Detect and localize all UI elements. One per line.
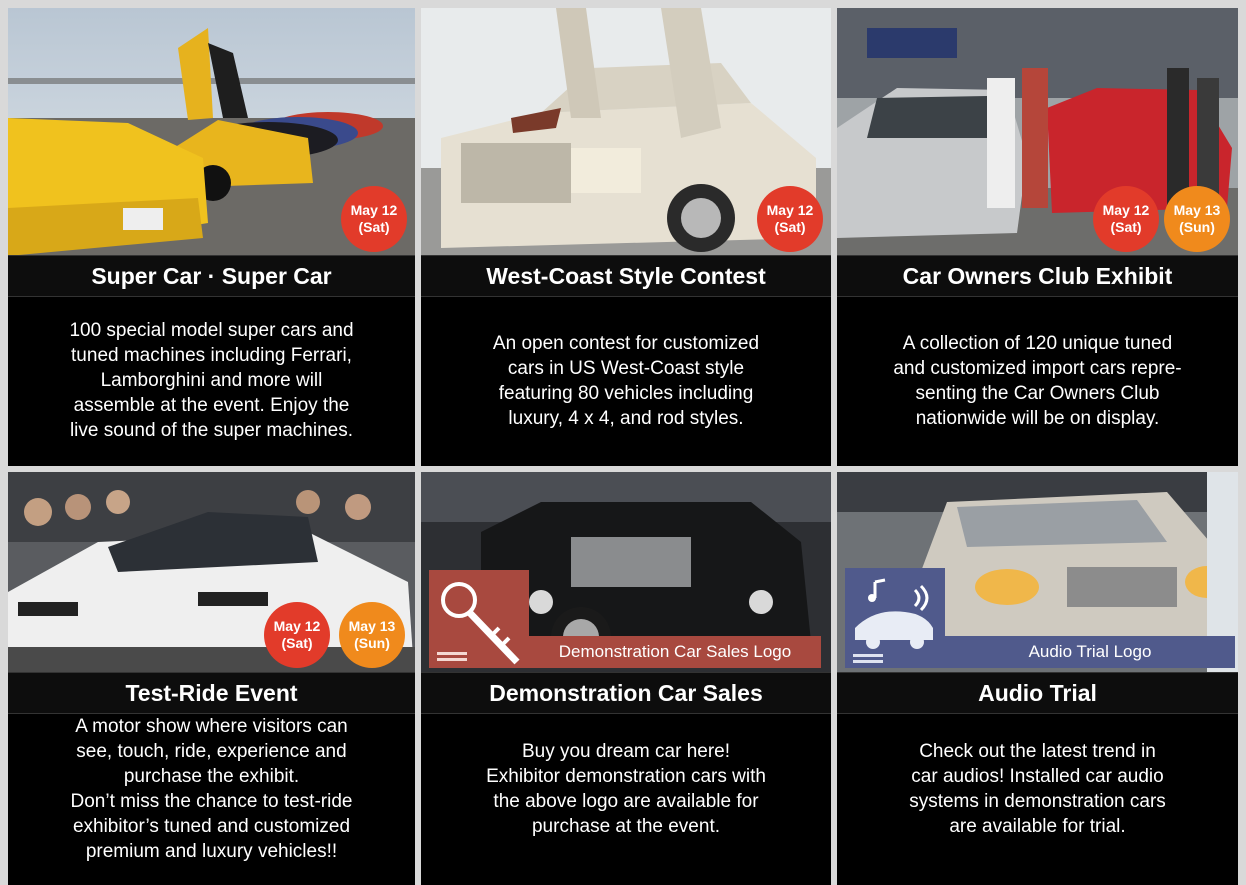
card-description: Buy you dream car here! Exhibitor demons…: [486, 741, 766, 837]
badge-sat: May 12 (Sat): [757, 186, 823, 252]
badge-sat: May 12 (Sat): [341, 186, 407, 252]
card-title: Demonstration Car Sales: [421, 672, 831, 714]
card-test-ride[interactable]: May 12 (Sat) May 13 (Sun) Test-Ride Even…: [8, 472, 415, 885]
card-title: Test-Ride Event: [8, 672, 415, 714]
badge-sun: May 13 (Sun): [1164, 186, 1230, 252]
card-demonstration-car-sales[interactable]: Demonstration Car Sales Logo Demonstrati…: [421, 472, 831, 885]
key-icon: [429, 570, 529, 668]
card-description: A collection of 120 unique tuned and cus…: [893, 332, 1182, 429]
card-description: Check out the latest trend in car audios…: [909, 741, 1166, 837]
card-description: An open contest for customized cars in U…: [492, 332, 760, 429]
card-description: A motor show where visitors can see, tou…: [70, 716, 353, 862]
car-audio-icon: [845, 568, 945, 668]
audio-trial-photo: Audio Trial Logo: [837, 472, 1238, 672]
demo-car-sales-photo: Demonstration Car Sales Logo: [421, 472, 831, 672]
audio-trial-logo-label: Audio Trial Logo: [945, 636, 1235, 668]
badge-sat: May 12 (Sat): [1093, 186, 1159, 252]
badge-sun: May 13 (Sun): [339, 602, 405, 668]
super-car-photo: May 12 (Sat): [8, 8, 415, 256]
card-super-car[interactable]: May 12 (Sat) Super Car · Super Car 100 s…: [8, 8, 415, 466]
card-car-owners-club[interactable]: May 12 (Sat) May 13 (Sun) Car Owners Clu…: [837, 8, 1238, 466]
badge-sat: May 12 (Sat): [264, 602, 330, 668]
card-title: Audio Trial: [837, 672, 1238, 714]
card-description: 100 special model super cars and tuned m…: [69, 320, 354, 441]
card-title: Super Car · Super Car: [8, 255, 415, 297]
event-grid: May 12 (Sat) Super Car · Super Car 100 s…: [0, 0, 1246, 885]
card-west-coast[interactable]: May 12 (Sat) West-Coast Style Contest An…: [421, 8, 831, 466]
west-coast-photo: May 12 (Sat): [421, 8, 831, 256]
card-title: Car Owners Club Exhibit: [837, 255, 1238, 297]
card-audio-trial[interactable]: Audio Trial Logo Audio Trial Check out t…: [837, 472, 1238, 885]
demo-car-sales-logo-label: Demonstration Car Sales Logo: [529, 636, 821, 668]
test-ride-photo: May 12 (Sat) May 13 (Sun): [8, 472, 415, 672]
card-title: West-Coast Style Contest: [421, 255, 831, 297]
car-owners-club-photo: May 12 (Sat) May 13 (Sun): [837, 8, 1238, 256]
